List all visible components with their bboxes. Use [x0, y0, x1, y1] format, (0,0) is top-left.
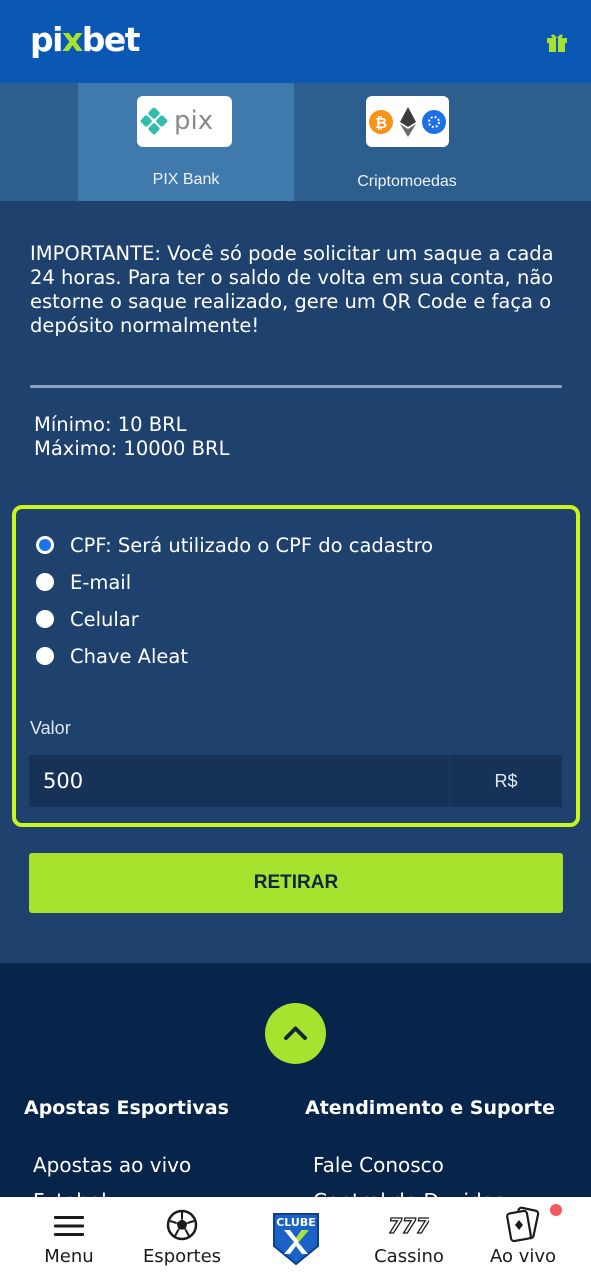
withdraw-limits: Mínimo: 10 BRL Máximo: 10000 BRL — [34, 413, 229, 461]
crypto-logos: ₿ — [366, 96, 449, 147]
pixbet-logo[interactable]: pixbet — [30, 20, 141, 60]
pix-logo: pix — [137, 96, 232, 147]
radio-label: Celular — [70, 607, 139, 631]
slot-777-icon: 777 — [389, 1213, 429, 1238]
tab-label: PIX Bank — [152, 171, 220, 188]
radio-label: E-mail — [70, 570, 132, 594]
payment-method-tabs: pix PIX Bank ₿ Criptomoedas — [0, 83, 591, 201]
clube-x-badge-icon: CLUBE — [273, 1213, 319, 1266]
footer-heading-atendimento: Atendimento e Suporte — [305, 1097, 555, 1119]
svg-text:₿: ₿ — [375, 114, 387, 132]
currency-suffix: R$ — [449, 755, 562, 807]
live-notification-dot — [550, 1204, 562, 1216]
svg-text:CLUBE: CLUBE — [276, 1216, 316, 1229]
svg-text:pix: pix — [174, 106, 213, 136]
min-limit: Mínimo: 10 BRL — [34, 413, 187, 436]
tab-label: Criptomoedas — [357, 173, 457, 190]
nav-clube-x[interactable]: CLUBE — [262, 1197, 330, 1280]
hamburger-icon — [54, 1216, 84, 1236]
valor-label: Valor — [30, 718, 71, 738]
nav-cassino[interactable]: 777 Cassino — [362, 1197, 456, 1280]
retirar-button[interactable]: RETIRAR — [29, 853, 563, 913]
withdraw-notice: IMPORTANTE: Você só pode solicitar um sa… — [30, 242, 554, 337]
footer: Apostas Esportivas Atendimento e Suporte… — [0, 963, 591, 1213]
playing-cards-icon — [506, 1206, 540, 1243]
withdraw-form: CPF: Será utilizado o CPF do cadastro E-… — [12, 505, 580, 827]
app-header: pixbet — [0, 0, 591, 83]
radio-option-email[interactable]: E-mail — [36, 567, 131, 597]
nav-esportes[interactable]: Esportes — [132, 1197, 232, 1280]
chevron-up-icon — [284, 1026, 307, 1040]
bottom-nav: Menu Esportes CLUBE 777 Cassino Ao vivo — [0, 1197, 591, 1280]
scroll-top-button[interactable] — [265, 1003, 326, 1064]
nav-label: Cassino — [374, 1246, 444, 1267]
radio-button[interactable] — [36, 536, 54, 554]
nav-label: Esportes — [142, 1246, 222, 1267]
footer-heading-apostas: Apostas Esportivas — [24, 1097, 229, 1119]
radio-button[interactable] — [36, 573, 54, 591]
nav-label: Menu — [44, 1246, 94, 1267]
nav-menu[interactable]: Menu — [24, 1197, 114, 1280]
radio-option-chave-aleat[interactable]: Chave Aleat — [36, 641, 188, 671]
radio-option-cpf[interactable]: CPF: Será utilizado o CPF do cadastro — [36, 530, 433, 560]
svg-text:777: 777 — [389, 1214, 429, 1238]
tab-criptomoedas[interactable]: ₿ Criptomoedas — [294, 83, 520, 201]
max-limit: Máximo: 10000 BRL — [34, 437, 230, 460]
radio-label: Chave Aleat — [70, 644, 189, 668]
gift-icon[interactable] — [546, 32, 568, 52]
footer-link-fale-conosco[interactable]: Fale Conosco — [313, 1153, 444, 1177]
tab-pix-bank[interactable]: pix PIX Bank — [78, 83, 294, 201]
footer-link-apostas-ao-vivo[interactable]: Apostas ao vivo — [33, 1153, 191, 1177]
radio-button[interactable] — [36, 610, 54, 628]
soccer-ball-icon — [166, 1209, 198, 1241]
nav-label: Ao vivo — [489, 1246, 557, 1267]
radio-button[interactable] — [36, 647, 54, 665]
radio-option-celular[interactable]: Celular — [36, 604, 139, 634]
divider — [30, 385, 562, 388]
radio-label: CPF: Será utilizado o CPF do cadastro — [70, 533, 434, 557]
valor-input[interactable] — [29, 755, 449, 807]
